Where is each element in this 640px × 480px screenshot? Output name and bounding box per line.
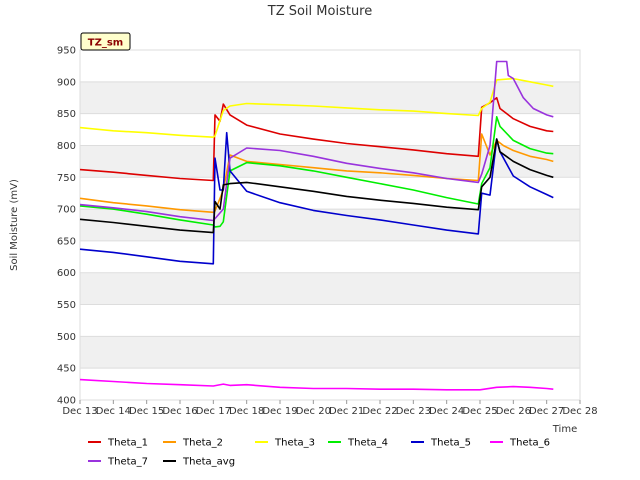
y-tick-label: 500 [57, 332, 76, 343]
x-tick-labels: Dec 13Dec 14Dec 15Dec 16Dec 17Dec 18Dec … [62, 400, 598, 417]
x-tick-label: Dec 24 [429, 406, 464, 417]
background-bands [80, 81, 580, 369]
y-axis-label: Soil Moisture (mV) [9, 179, 20, 271]
legend-label-theta-3: Theta_3 [274, 438, 315, 449]
y-tick-label: 850 [57, 109, 76, 120]
y-tick-label: 950 [57, 46, 76, 57]
x-tick-label: Dec 16 [162, 406, 197, 417]
x-tick-label: Dec 17 [196, 406, 231, 417]
background-band [80, 272, 580, 305]
y-tick-label: 400 [57, 396, 76, 407]
legend-label-theta-6: Theta_6 [509, 438, 550, 449]
y-tick-label: 900 [57, 77, 76, 88]
x-tick-label: Dec 25 [462, 406, 497, 417]
x-tick-label: Dec 22 [362, 406, 397, 417]
background-band [80, 209, 580, 241]
x-tick-label: Dec 28 [562, 406, 597, 417]
badge: TZ_sm [80, 32, 131, 51]
background-band [80, 336, 580, 369]
chart-title: TZ Soil Moisture [267, 4, 373, 19]
legend-label-theta-1: Theta_1 [107, 438, 148, 449]
x-axis-label: Time [552, 424, 577, 435]
y-tick-label: 750 [57, 173, 76, 184]
y-tick-label: 550 [57, 300, 76, 311]
series-line-theta-6 [79, 378, 554, 391]
y-tick-label: 800 [57, 141, 76, 152]
chart: 400 450 500 550 600 650 700 750 800 850 900 950 Dec… [9, 4, 598, 468]
legend-label-theta-7: Theta_7 [107, 457, 148, 468]
x-tick-label: Dec 20 [296, 406, 331, 417]
x-tick-label: Dec 15 [129, 406, 164, 417]
badge-label: TZ_sm [88, 38, 123, 49]
x-tick-label: Dec 26 [496, 406, 531, 417]
y-tick-label: 450 [57, 364, 76, 375]
legend-label-theta-4: Theta_4 [347, 438, 388, 449]
x-tick-label: Dec 27 [529, 406, 564, 417]
x-tick-label: Dec 13 [62, 406, 97, 417]
x-tick-label: Dec 23 [396, 406, 431, 417]
y-tick-label: 700 [57, 205, 76, 216]
y-tick-labels: 400 450 500 550 600 650 700 750 800 850 900 950 [57, 46, 76, 407]
legend-label-theta-avg: Theta_avg [182, 457, 235, 468]
x-tick-label: Dec 14 [96, 406, 131, 417]
x-tick-label: Dec 18 [229, 406, 264, 417]
legend: Theta_1 Theta_2 Theta_3 Theta_4 Theta_5 Theta… [88, 438, 550, 468]
x-tick-label: Dec 21 [329, 406, 364, 417]
background-band [80, 81, 580, 114]
legend-label-theta-5: Theta_5 [430, 438, 471, 449]
x-tick-label: Dec 19 [262, 406, 297, 417]
y-tick-label: 600 [57, 268, 76, 279]
y-tick-label: 650 [57, 236, 76, 247]
legend-label-theta-2: Theta_2 [182, 438, 223, 449]
